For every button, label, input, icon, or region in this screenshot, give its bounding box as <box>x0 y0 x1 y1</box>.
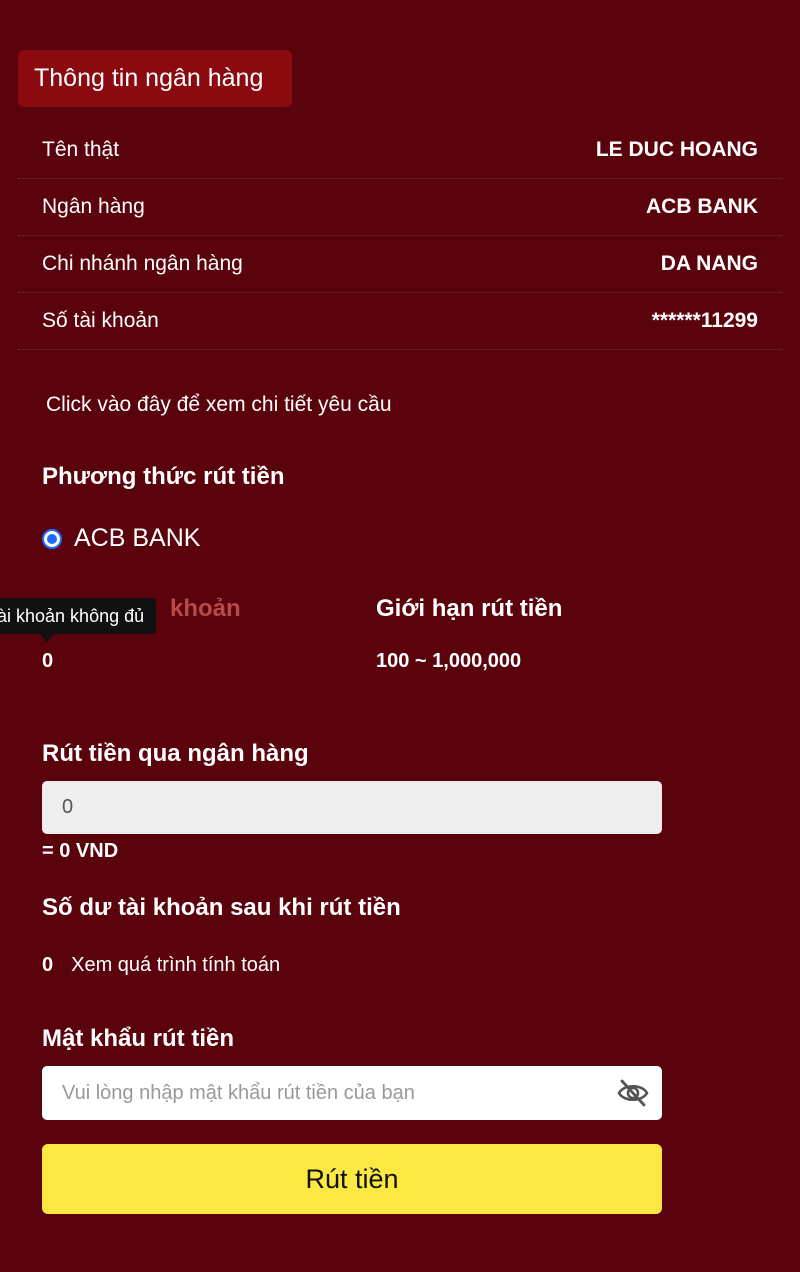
after-withdraw-row: 0 Xem quá trình tính toán <box>42 954 280 977</box>
eye-slash-icon[interactable] <box>616 1078 650 1108</box>
info-row-branch: Chi nhánh ngân hàng DA NANG <box>18 236 782 293</box>
info-label: Tên thật <box>42 138 120 161</box>
balance-value: 0 <box>42 650 54 672</box>
info-value: DA NANG <box>660 252 758 275</box>
converted-amount: = 0 VND <box>42 840 119 862</box>
info-row-bank: Ngân hàng ACB BANK <box>18 179 782 236</box>
info-row-account-number: Số tài khoản ******11299 <box>18 293 782 350</box>
bank-info-table: Tên thật LE DUC HOANG Ngân hàng ACB BANK… <box>18 122 782 350</box>
withdraw-submit-button[interactable]: Rút tiền <box>42 1144 662 1214</box>
info-label: Chi nhánh ngân hàng <box>42 252 243 275</box>
withdraw-password-title: Mật khẩu rút tiền <box>42 1025 235 1052</box>
radio-button-selected[interactable] <box>42 528 62 549</box>
withdraw-password-input[interactable] <box>42 1066 602 1120</box>
withdraw-method-option[interactable]: ACB BANK <box>42 524 200 553</box>
bank-withdraw-title: Rút tiền qua ngân hàng <box>42 740 309 767</box>
tooltip-arrow <box>40 634 54 642</box>
view-details-link[interactable]: Click vào đây để xem chi tiết yêu cầu <box>46 393 392 417</box>
balance-tooltip: tài khoản không đủ <box>0 598 157 634</box>
view-calculation-link[interactable]: Xem quá trình tính toán <box>71 954 280 977</box>
withdraw-password-field <box>42 1066 662 1120</box>
limit-value: 100 ~ 1,000,000 <box>376 650 522 672</box>
after-withdraw-title: Số dư tài khoản sau khi rút tiền <box>42 894 401 921</box>
info-value: ******11299 <box>651 309 758 332</box>
withdraw-method-title: Phương thức rút tiền <box>42 463 285 490</box>
info-value: ACB BANK <box>646 195 758 218</box>
info-value: LE DUC HOANG <box>595 138 758 161</box>
withdraw-method-option-label[interactable]: ACB BANK <box>74 524 200 553</box>
info-row-real-name: Tên thật LE DUC HOANG <box>18 122 782 179</box>
withdraw-amount-input[interactable] <box>42 781 662 834</box>
after-withdraw-value: 0 <box>42 954 54 976</box>
info-label: Ngân hàng <box>42 195 145 218</box>
bank-info-title: Thông tin ngân hàng <box>18 50 292 107</box>
limit-label: Giới hạn rút tiền <box>376 595 563 622</box>
info-label: Số tài khoản <box>42 309 159 332</box>
balance-label: khoản <box>170 595 241 622</box>
